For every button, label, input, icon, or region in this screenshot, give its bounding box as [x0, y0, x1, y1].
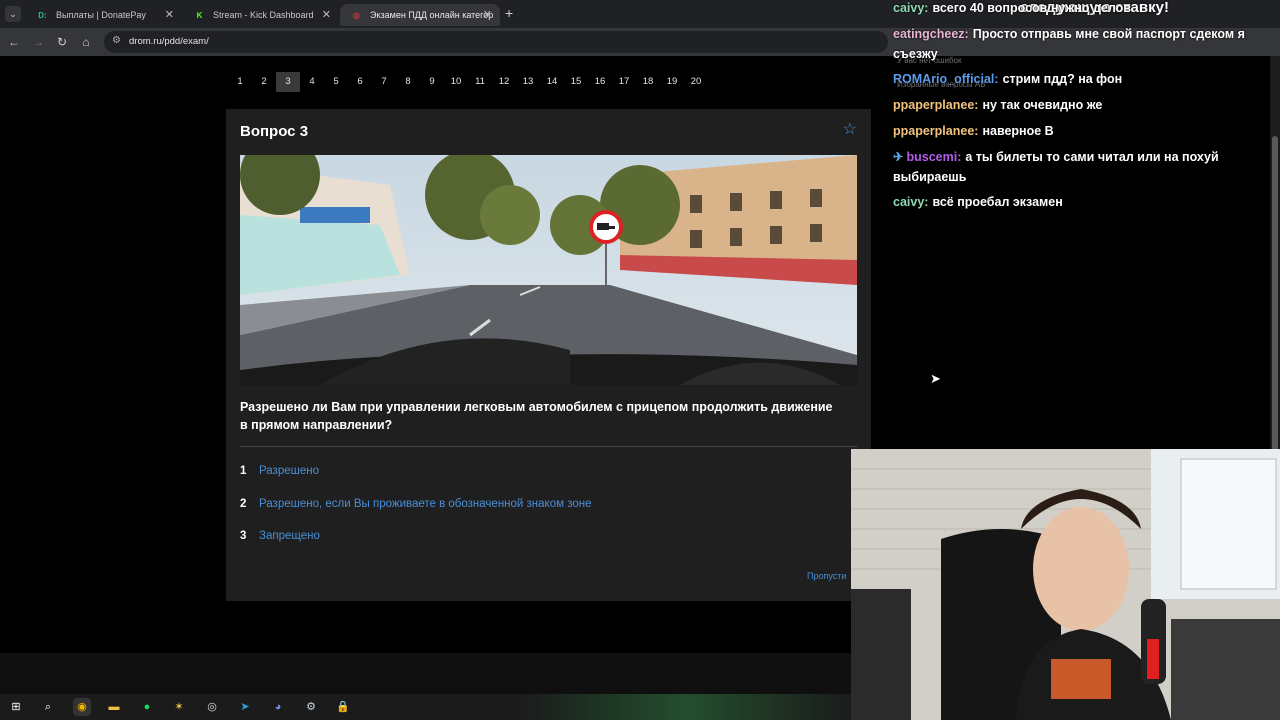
site-info-icon[interactable]: ⚙: [112, 35, 121, 46]
pager-item-8[interactable]: 8: [396, 72, 420, 92]
back-arrow-icon[interactable]: ←: [6, 34, 22, 50]
answer-number: 1: [240, 465, 247, 477]
answer-text[interactable]: Запрещено: [259, 527, 320, 545]
chrome-icon[interactable]: ◉: [73, 698, 91, 716]
new-tab-icon[interactable]: +: [505, 5, 513, 21]
pager-item-1[interactable]: 1: [228, 72, 252, 92]
obs-icon[interactable]: ◎: [203, 698, 221, 716]
pager-item-15[interactable]: 15: [564, 72, 588, 92]
kick-favicon-icon: K: [196, 11, 203, 20]
windows-taskbar: ⊞ ⌕ ◉ ▬ ● ✶ ◎ ➤ ◕ ⚙ 🔒: [0, 694, 851, 720]
forward-arrow-icon[interactable]: →: [30, 34, 46, 50]
search-icon[interactable]: ⌕: [39, 698, 57, 716]
app-lock-icon[interactable]: 🔒: [334, 698, 352, 716]
tab-title: Stream - Kick Dashboard: [213, 10, 314, 20]
chat-username: ppaperplanee:: [893, 124, 979, 138]
steam-icon[interactable]: ⚙: [302, 698, 320, 716]
close-icon[interactable]: ✕: [322, 4, 331, 26]
chat-username: ROMArio_official:: [893, 72, 999, 86]
webcam-feed-image: [851, 449, 1280, 720]
chat-message: eatingcheez: Просто отправь мне свой пасп…: [893, 24, 1273, 64]
divider: [240, 446, 857, 447]
pager-item-12[interactable]: 12: [492, 72, 516, 92]
windows-start-icon[interactable]: ⊞: [7, 698, 25, 716]
pager-item-9[interactable]: 9: [420, 72, 444, 92]
webcam-overlay: [851, 449, 1280, 720]
pager-item-3[interactable]: 3: [276, 72, 300, 92]
pager-item-6[interactable]: 6: [348, 72, 372, 92]
close-icon[interactable]: ✕: [483, 4, 492, 26]
app-star-icon[interactable]: ✶: [170, 698, 188, 716]
pager-item-5[interactable]: 5: [324, 72, 348, 92]
url-text: drom.ru/pdd/exam/: [129, 36, 209, 47]
chat-username: ppaperplanee:: [893, 98, 979, 112]
chat-username: buscemi:: [906, 150, 962, 164]
question-title: Вопрос 3: [240, 123, 309, 140]
tab-pdd-exam[interactable]: ◎ Экзамен ПДД онлайн категор ✕: [340, 4, 500, 26]
chat-message: ✈ buscemi: а ты билеты то сами читал или н…: [893, 147, 1273, 187]
chat-message: ppaperplanee: наверное В: [893, 121, 1273, 141]
pager-item-2[interactable]: 2: [252, 72, 276, 92]
taskbar-glow: [520, 694, 851, 720]
answer-option-2[interactable]: 2 Разрешено, если Вы проживаете в обозна…: [240, 495, 640, 513]
chat-message: caivy: всё проебал экзамен: [893, 192, 1273, 212]
question-pager: 1 2 3 4 5 6 7 8 9 10 11 12 13 14 15 16 17 18 19 20: [228, 72, 708, 92]
screen: ⌄ D: Выплаты | DonatePay ✕ K Stream - Ki…: [0, 0, 1280, 720]
tab-title: Выплаты | DonatePay: [56, 10, 146, 20]
pager-item-17[interactable]: 17: [612, 72, 636, 92]
rocket-icon: ✈: [893, 150, 904, 164]
chat-message: ROMArio_official: стрим пдд? на фон: [893, 69, 1273, 89]
pager-item-4[interactable]: 4: [300, 72, 324, 92]
question-photo: [240, 155, 857, 385]
address-bar[interactable]: ⚙ drom.ru/pdd/exam/: [104, 31, 888, 53]
answer-text[interactable]: Разрешено: [259, 462, 319, 480]
spotify-icon[interactable]: ●: [138, 698, 156, 716]
chat-username: eatingcheez:: [893, 27, 969, 41]
chat-username: caivy:: [893, 1, 929, 15]
chat-text: стрим пдд? на фон: [1002, 72, 1123, 86]
pager-item-13[interactable]: 13: [516, 72, 540, 92]
tab-donatepay[interactable]: D: Выплаты | DonatePay ✕: [26, 4, 182, 26]
skip-button[interactable]: Пропусти: [807, 571, 846, 581]
chat-text: ну так очевидно же: [982, 98, 1103, 112]
reload-icon[interactable]: ↻: [54, 34, 70, 50]
answer-number: 2: [240, 498, 247, 510]
chat-text: всё проебал экзамен: [932, 195, 1063, 209]
question-text: Разрешено ли Вам при управлении легковым…: [240, 400, 833, 432]
answer-number: 3: [240, 530, 247, 542]
road-scene-image: [240, 155, 857, 385]
pager-item-14[interactable]: 14: [540, 72, 564, 92]
pager-item-19[interactable]: 19: [660, 72, 684, 92]
pager-item-11[interactable]: 11: [468, 72, 492, 92]
pager-item-7[interactable]: 7: [372, 72, 396, 92]
file-explorer-icon[interactable]: ▬: [105, 698, 123, 716]
mouse-cursor-icon: ➤: [930, 371, 941, 386]
scrollbar-thumb[interactable]: [1272, 136, 1278, 476]
home-icon[interactable]: ⌂: [78, 34, 94, 50]
donatepay-favicon-icon: D:: [38, 11, 47, 20]
star-icon[interactable]: ☆: [843, 119, 857, 139]
answer-text[interactable]: Разрешено, если Вы проживаете в обозначе…: [259, 495, 592, 513]
tab-kick-dashboard[interactable]: K Stream - Kick Dashboard ✕: [183, 4, 339, 26]
chat-text: наверное В: [982, 124, 1054, 138]
close-icon[interactable]: ✕: [165, 4, 174, 26]
pager-item-20[interactable]: 20: [684, 72, 708, 92]
discord-icon[interactable]: ◕: [269, 698, 287, 716]
drom-favicon-icon: ◎: [353, 11, 360, 20]
answer-option-3[interactable]: 3 Запрещено: [240, 527, 640, 545]
chat-message: ppaperplanee: ну так очевидно же: [893, 95, 1273, 115]
tab-search-icon[interactable]: ⌄: [5, 6, 21, 22]
question-card: Вопрос 3 ☆ Разрешено ли Вам при управлен…: [226, 109, 871, 601]
chat-username: caivy:: [893, 195, 929, 209]
answer-option-1[interactable]: 1 Разрешено: [240, 462, 640, 480]
telegram-icon[interactable]: ➤: [236, 698, 254, 716]
chat-message: caivy: всего 40 вопросов нужно делов: [893, 0, 1273, 18]
pager-item-18[interactable]: 18: [636, 72, 660, 92]
chat-text: всего 40 вопросов нужно делов: [932, 1, 1131, 15]
tab-title: Экзамен ПДД онлайн категор: [370, 10, 494, 20]
pager-item-10[interactable]: 10: [444, 72, 468, 92]
pager-item-16[interactable]: 16: [588, 72, 612, 92]
